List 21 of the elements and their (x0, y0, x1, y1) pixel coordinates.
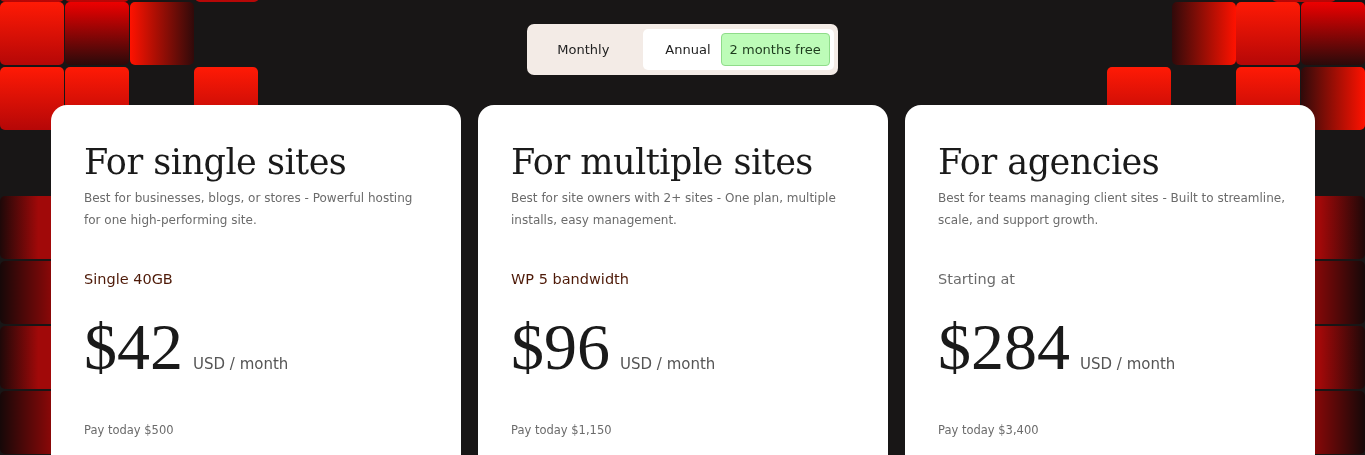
plan-title: For agencies (938, 141, 1161, 183)
price-unit: USD / month (193, 355, 289, 373)
billing-option[interactable]: Monthly (531, 29, 636, 70)
billing-option[interactable]: Annual 2 months free (643, 29, 834, 70)
price: $284 (938, 309, 1070, 385)
discount-badge: 2 months free (720, 33, 830, 66)
plan-description: Best for teams managing client sites - Built to streamline, scale, and support growth. (938, 190, 1285, 229)
plan-title: For multiple sites (511, 141, 814, 183)
pay-today-text: Pay today $500 (84, 423, 175, 437)
plan-name: WP 5 bandwidth (511, 271, 630, 287)
pay-today-text: Pay today $3,400 (938, 423, 1040, 437)
pay-today-text: Pay today $1,150 (511, 423, 613, 437)
price: $42 (84, 309, 183, 385)
plan-description: Best for site owners with 2+ sites - One plan, multiple installs, easy management. (511, 190, 837, 229)
price-unit: USD / month (620, 355, 716, 373)
price-prefix: Starting at (938, 271, 1017, 287)
price-unit: USD / month (1080, 355, 1176, 373)
plan-description: Best for businesses, blogs, or stores - Powerful hosting for one high-performing site. (84, 190, 414, 229)
plan-name: Single 40GB (84, 271, 174, 287)
plan-title: For single sites (84, 141, 348, 183)
price: $96 (511, 309, 610, 385)
